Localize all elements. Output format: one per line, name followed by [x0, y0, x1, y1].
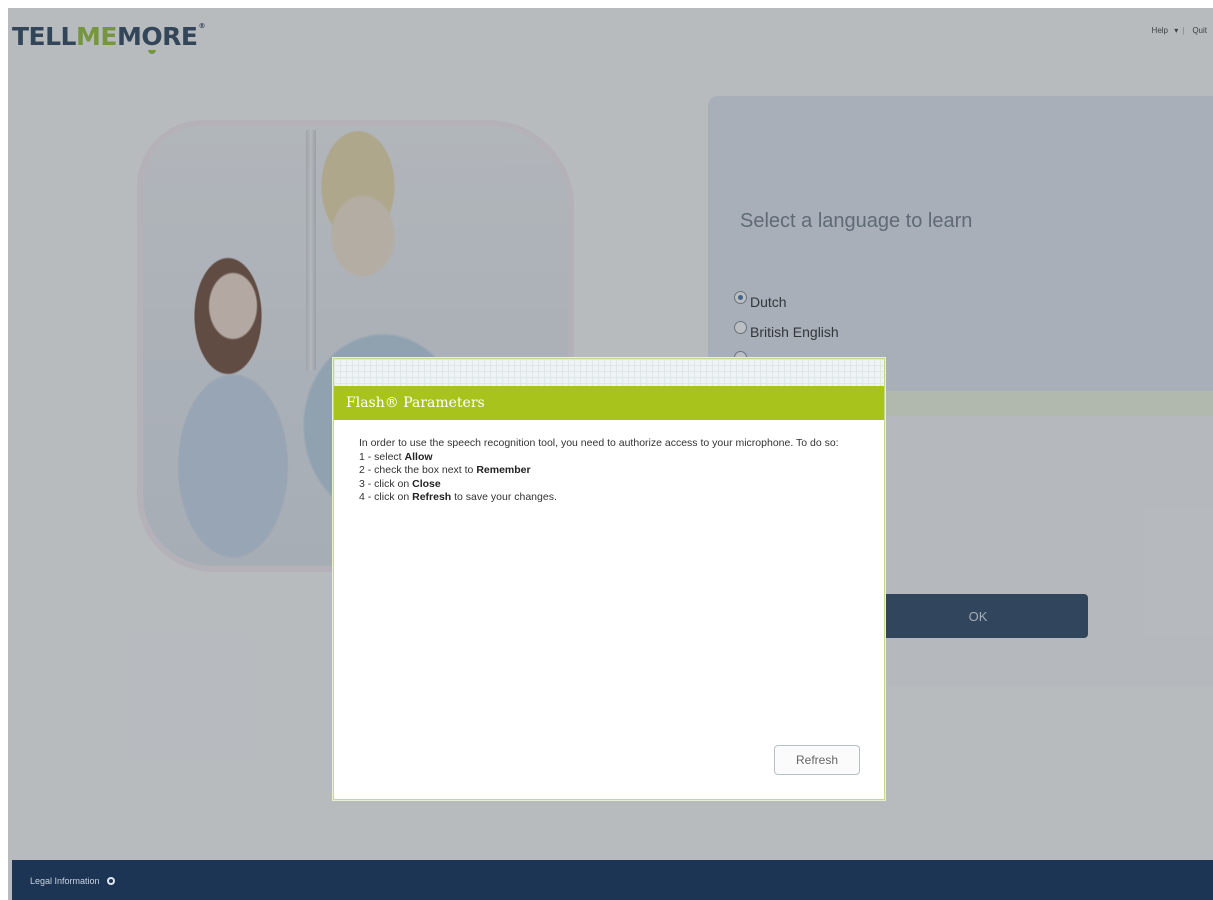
dialog-top-grid	[334, 359, 884, 386]
dialog-step: 4 - click on Refresh to save your change…	[359, 491, 859, 505]
step-text: 1 - select	[359, 450, 405, 463]
dialog-intro-text: In order to use the speech recognition t…	[359, 437, 839, 449]
legal-information-link[interactable]: Legal Information	[30, 876, 115, 886]
step-bold: Close	[412, 477, 441, 490]
step-bold: Refresh	[412, 491, 452, 503]
step-text: 3 - click on	[359, 477, 413, 490]
dialog-step: 3 - click on Close	[359, 478, 859, 492]
dialog-title: Flash® Parameters	[334, 386, 884, 420]
dialog-body: In order to use the speech recognition t…	[359, 437, 859, 505]
refresh-button[interactable]: Refresh	[774, 745, 860, 775]
dialog-step: 2 - check the box next to Remember	[359, 464, 859, 478]
dialog-step: 1 - select Allow	[359, 451, 859, 465]
step-bold: Allow	[404, 450, 433, 463]
step-suffix: to save your changes.	[451, 491, 557, 503]
expand-circle-icon	[106, 877, 115, 885]
legal-information-label: Legal Information	[30, 876, 100, 886]
footer-bar: Legal Information	[12, 860, 1213, 900]
step-text: 2 - check the box next to	[359, 464, 477, 476]
flash-parameters-dialog: Flash® Parameters In order to use the sp…	[333, 358, 885, 800]
step-bold: Remember	[476, 464, 531, 476]
step-text: 4 - click on	[359, 491, 413, 503]
